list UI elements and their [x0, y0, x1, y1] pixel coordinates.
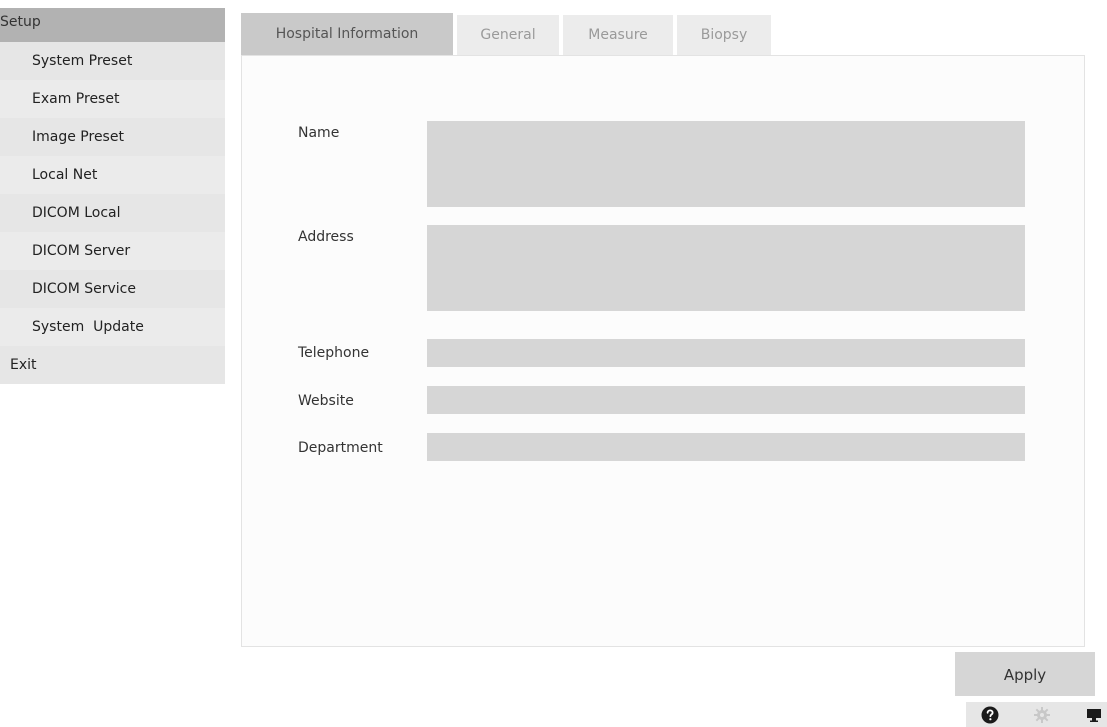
sidebar-item-local-net[interactable]: Local Net — [0, 156, 225, 194]
tab-general[interactable]: General — [457, 15, 559, 55]
sidebar-item-dicom-local[interactable]: DICOM Local — [0, 194, 225, 232]
hospital-information-panel: Name Address Telephone Website Departmen… — [241, 55, 1085, 647]
address-field[interactable] — [427, 225, 1025, 311]
telephone-label: Telephone — [298, 345, 370, 361]
tab-measure[interactable]: Measure — [563, 15, 673, 55]
address-label: Address — [298, 229, 354, 245]
sidebar-item-image-preset[interactable]: Image Preset — [0, 118, 225, 156]
status-bar — [966, 702, 1107, 727]
sidebar-item-dicom-service[interactable]: DICOM Service — [0, 270, 225, 308]
apply-button[interactable]: Apply — [955, 652, 1095, 696]
tab-bar: Hospital Information General Measure Bio… — [241, 13, 775, 55]
sidebar-item-exam-preset[interactable]: Exam Preset — [0, 80, 225, 118]
gear-icon[interactable] — [1033, 706, 1051, 724]
tab-hospital-information[interactable]: Hospital Information — [241, 13, 453, 55]
name-label: Name — [298, 125, 340, 141]
sidebar-list: System Preset Exam Preset Image Preset L… — [0, 42, 225, 384]
tab-biopsy[interactable]: Biopsy — [677, 15, 771, 55]
name-field[interactable] — [427, 121, 1025, 207]
sidebar-header: Setup — [0, 8, 225, 42]
sidebar-item-system-preset[interactable]: System Preset — [0, 42, 225, 80]
setup-window: Setup System Preset Exam Preset Image Pr… — [0, 0, 1107, 727]
telephone-field[interactable] — [427, 339, 1025, 367]
help-icon[interactable] — [981, 706, 999, 724]
department-label: Department — [298, 440, 383, 456]
department-field[interactable] — [427, 433, 1025, 461]
website-label: Website — [298, 393, 354, 409]
sidebar-item-exit[interactable]: Exit — [0, 346, 225, 384]
sidebar-item-system-update[interactable]: System Update — [0, 308, 225, 346]
sidebar: Setup System Preset Exam Preset Image Pr… — [0, 8, 225, 384]
monitor-icon[interactable] — [1085, 706, 1103, 724]
website-field[interactable] — [427, 386, 1025, 414]
sidebar-item-dicom-server[interactable]: DICOM Server — [0, 232, 225, 270]
